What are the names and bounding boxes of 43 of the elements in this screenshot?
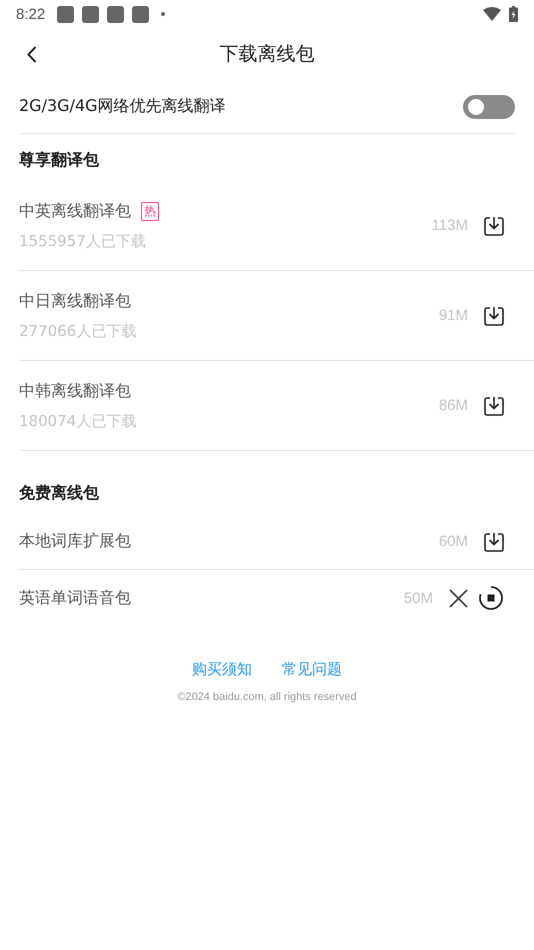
download-button[interactable] xyxy=(484,532,504,552)
notification-icon xyxy=(132,6,150,22)
package-name: 英语单词语音包 xyxy=(19,588,131,608)
download-count: 180074人已下载 xyxy=(19,412,138,430)
page-title: 下载离线包 xyxy=(220,42,314,67)
status-time: 8:22 xyxy=(16,6,46,22)
more-notifications-icon xyxy=(161,12,166,16)
toggle-switch[interactable] xyxy=(463,94,515,118)
download-button[interactable] xyxy=(484,396,504,416)
hot-badge: 热 xyxy=(141,202,159,220)
close-icon xyxy=(449,588,468,608)
download-icon xyxy=(484,306,504,326)
setting-label: 2G/3G/4G网络优先离线翻译 xyxy=(19,96,226,117)
package-name: 中英离线翻译包 xyxy=(19,200,131,222)
package-name: 中日离线翻译包 xyxy=(19,290,131,312)
progress-ring xyxy=(478,585,504,611)
package-size: 91M xyxy=(438,307,468,324)
notification-icon xyxy=(82,6,100,22)
download-button[interactable] xyxy=(484,306,504,326)
package-name: 中韩离线翻译包 xyxy=(19,380,131,402)
download-icon xyxy=(484,532,504,552)
back-icon xyxy=(27,46,37,62)
notification-icon xyxy=(57,6,74,22)
download-count: 1555957人已下载 xyxy=(19,232,147,250)
package-size: 86M xyxy=(438,397,468,414)
section-title: 尊享翻译包 xyxy=(19,149,100,171)
section-title: 免费离线包 xyxy=(19,482,100,504)
package-name: 本地词库扩展包 xyxy=(19,531,131,552)
notification-icon xyxy=(107,6,124,22)
footer-link[interactable]: 常见问题 xyxy=(282,660,342,679)
stop-download-button[interactable] xyxy=(478,585,504,611)
copyright-text: ©2024 baidu.com, all rights reserved xyxy=(177,691,357,703)
battery-icon xyxy=(509,6,518,22)
package-size: 50M xyxy=(404,590,433,606)
download-button[interactable] xyxy=(484,216,504,236)
download-icon xyxy=(484,396,504,416)
download-icon xyxy=(484,216,504,236)
cancel-button[interactable] xyxy=(449,588,468,608)
download-count: 277066人已下载 xyxy=(19,322,138,340)
footer-link[interactable]: 购买须知 xyxy=(192,660,252,679)
package-size: 60M xyxy=(438,533,468,550)
wifi-icon xyxy=(483,7,501,21)
package-size: 113M xyxy=(432,217,468,234)
